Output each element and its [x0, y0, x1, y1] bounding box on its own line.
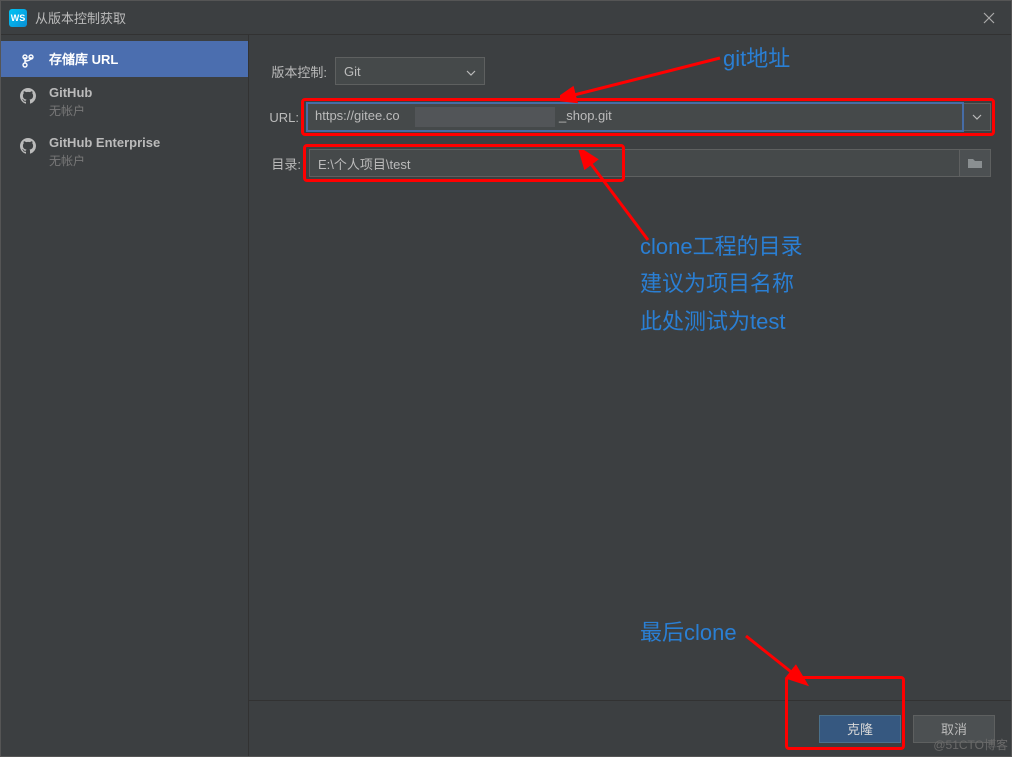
redaction-block	[415, 107, 555, 127]
button-bar: 克隆 取消	[249, 700, 1011, 756]
github-icon	[19, 137, 37, 155]
dir-input[interactable]	[309, 149, 960, 177]
sidebar-item-repo-url[interactable]: 存储库 URL	[1, 41, 248, 77]
clone-button[interactable]: 克隆	[819, 715, 901, 743]
vcs-row: 版本控制: Git	[269, 57, 991, 85]
github-icon	[19, 87, 37, 105]
titlebar: WS 从版本控制获取	[1, 1, 1011, 35]
close-icon	[983, 12, 995, 24]
url-input[interactable]	[307, 103, 963, 131]
dialog-window: WS 从版本控制获取 存储库 URL GitHub 无帐户	[0, 0, 1012, 757]
url-label: URL:	[269, 110, 299, 125]
dir-label: 目录:	[269, 154, 301, 173]
vcs-label: 版本控制:	[269, 62, 327, 81]
sidebar: 存储库 URL GitHub 无帐户 GitHub Enterprise 无	[1, 35, 249, 756]
chevron-down-icon	[972, 114, 982, 120]
close-button[interactable]	[975, 4, 1003, 32]
vcs-value: Git	[344, 64, 361, 79]
sidebar-item-label: GitHub	[49, 85, 92, 100]
sidebar-item-label: 存储库 URL	[49, 49, 118, 68]
url-history-dropdown[interactable]	[963, 103, 991, 131]
chevron-down-icon	[466, 64, 476, 79]
dir-row: 目录:	[269, 149, 991, 177]
branch-icon	[19, 51, 37, 69]
webstorm-icon: WS	[9, 9, 27, 27]
watermark: @51CTO博客	[933, 736, 1008, 753]
sidebar-item-sublabel: 无帐户	[49, 152, 160, 169]
sidebar-item-github-enterprise[interactable]: GitHub Enterprise 无帐户	[1, 127, 248, 177]
dialog-body: 存储库 URL GitHub 无帐户 GitHub Enterprise 无	[1, 35, 1011, 756]
window-title: 从版本控制获取	[35, 8, 975, 27]
form-area: 版本控制: Git URL:	[249, 35, 1011, 195]
vcs-select[interactable]: Git	[335, 57, 485, 85]
main-panel: 版本控制: Git URL:	[249, 35, 1011, 756]
sidebar-item-sublabel: 无帐户	[49, 102, 92, 119]
browse-button[interactable]	[960, 149, 991, 177]
sidebar-item-label: GitHub Enterprise	[49, 135, 160, 150]
sidebar-item-github[interactable]: GitHub 无帐户	[1, 77, 248, 127]
url-row: URL: https://gitee.co _shop.git	[269, 103, 991, 131]
folder-icon	[967, 157, 983, 169]
